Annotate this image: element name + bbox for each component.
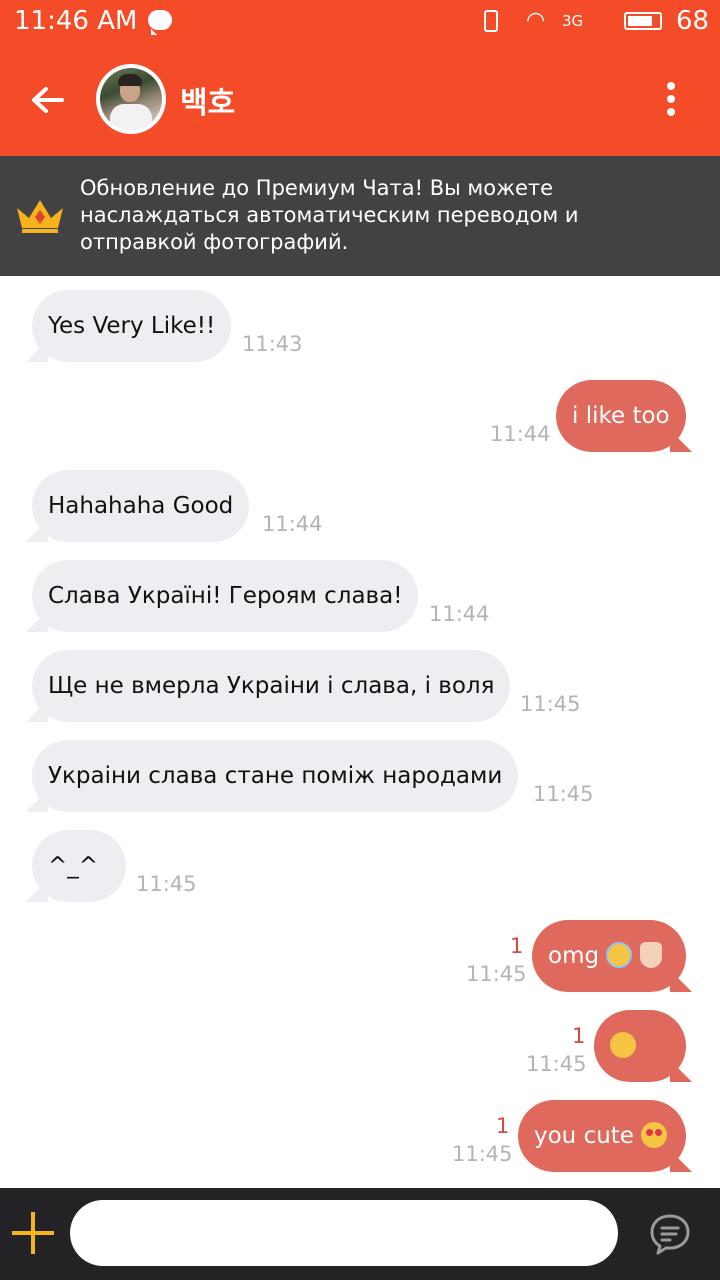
incoming-message: Украіни слава стане поміж народами 11:45 (32, 740, 602, 812)
smiling-face-with-heart-eyes-icon (641, 1121, 668, 1148)
outgoing-message: 11:44 i like too (480, 380, 686, 452)
crown-icon (17, 200, 63, 233)
incoming-message: Yes Very Like!! 11:43 (32, 290, 332, 362)
message-input[interactable] (70, 1200, 618, 1266)
message-bubble[interactable]: you cute (518, 1100, 686, 1172)
avatar[interactable] (96, 64, 166, 134)
message-bubble[interactable]: Украіни слава стане поміж народами (32, 740, 519, 812)
composer-bar (0, 1188, 720, 1280)
message-bubble[interactable]: Hahahaha Good (32, 470, 250, 542)
message-bubble[interactable] (594, 1010, 686, 1082)
message-time: 11:44 (429, 602, 490, 626)
message-time: 11:45 (136, 872, 197, 896)
vibrate-icon (484, 10, 498, 32)
outgoing-message: 1 11:45 omg (460, 920, 686, 992)
message-list[interactable]: Yes Very Like!! 11:43 11:44 i like too H… (0, 276, 720, 1188)
chat-bubble-send-icon[interactable] (648, 1212, 692, 1256)
battery-percent: 68 (676, 6, 710, 36)
hugging-face-icon (610, 1031, 636, 1058)
contact-name[interactable]: 백호 (180, 78, 235, 122)
battery-icon (624, 12, 662, 30)
wifi-icon: ◠ (526, 8, 546, 33)
message-bubble[interactable]: i like too (556, 380, 686, 452)
message-bubble[interactable]: Слава Україні! Героям слава! (32, 560, 419, 632)
premium-banner[interactable]: Обновление до Премиум Чата! Вы можете на… (0, 156, 720, 276)
message-text: you cute (534, 1123, 634, 1149)
message-time: 11:45 (526, 1052, 587, 1076)
smiling-face-with-halo-icon (606, 941, 633, 968)
message-time: 11:45 (452, 1142, 513, 1166)
message-time: 11:43 (242, 332, 303, 356)
back-arrow-icon[interactable] (28, 80, 68, 120)
incoming-message: Ще не вмерла Украіни і слава, і воля 11:… (32, 650, 592, 722)
outgoing-message: 1 11:45 (520, 1010, 686, 1082)
message-bubble[interactable]: ^_^ (32, 830, 126, 902)
status-bar: 11:46 AM ◠ 3G 68 (0, 0, 720, 44)
folded-hands-icon (639, 941, 662, 968)
message-time: 11:45 (466, 962, 527, 986)
incoming-message: Слава Україні! Героям слава! 11:44 (32, 560, 502, 632)
chat-header: 백호 (0, 44, 720, 156)
incoming-message: ^_^ 11:45 (32, 830, 212, 902)
unread-count: 1 (510, 934, 524, 958)
plus-icon[interactable] (12, 1212, 54, 1254)
outgoing-message: 1 11:45 you cute (446, 1100, 686, 1172)
message-time: 11:45 (533, 782, 594, 806)
premium-banner-text: Обновление до Премиум Чата! Вы можете на… (80, 176, 579, 254)
incoming-message: Hahahaha Good 11:44 (32, 470, 332, 542)
message-time: 11:44 (490, 422, 551, 446)
message-time: 11:45 (520, 692, 581, 716)
unread-count: 1 (496, 1114, 510, 1138)
message-text: omg (548, 943, 600, 969)
unread-count: 1 (572, 1024, 586, 1048)
message-bubble[interactable]: Ще не вмерла Украіни і слава, і воля (32, 650, 511, 722)
status-time: 11:46 AM (14, 6, 138, 36)
message-bubble[interactable]: omg (532, 920, 686, 992)
message-notification-icon (148, 10, 172, 35)
message-bubble[interactable]: Yes Very Like!! (32, 290, 232, 362)
more-options-icon[interactable] (664, 82, 678, 122)
network-type: 3G (562, 12, 584, 30)
message-time: 11:44 (262, 512, 323, 536)
